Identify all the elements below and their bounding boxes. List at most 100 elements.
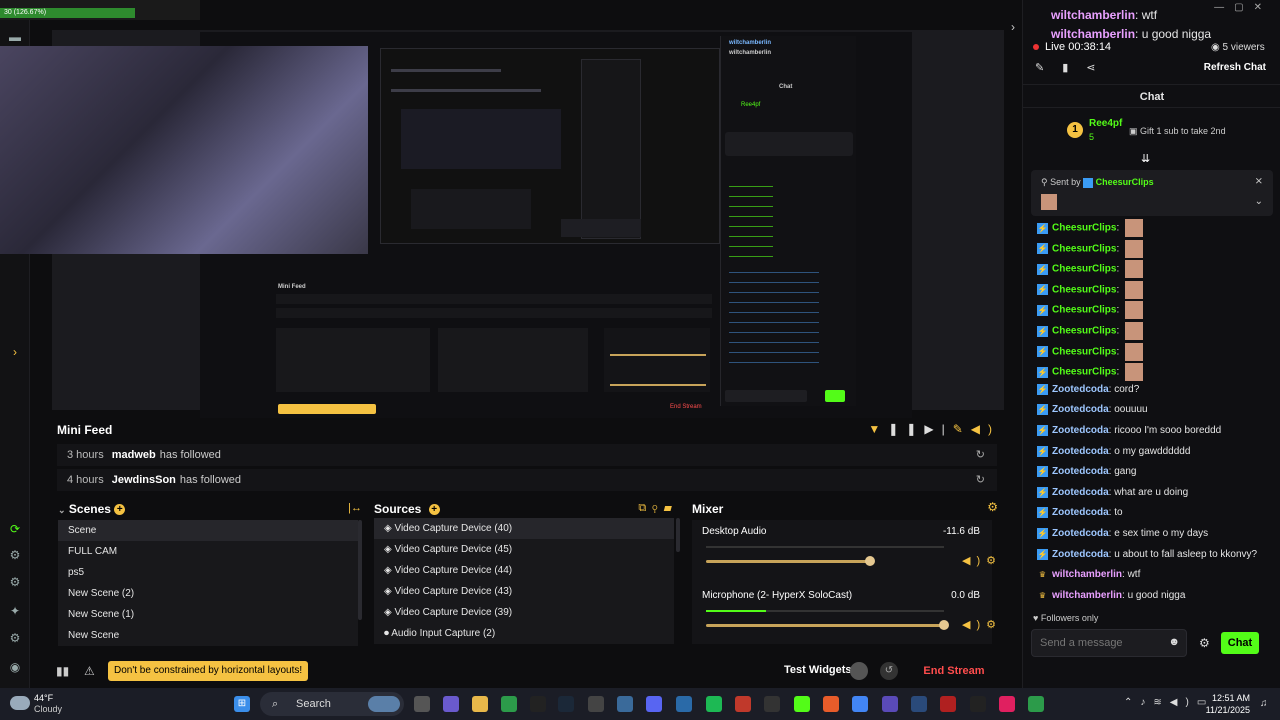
volume-icon[interactable]: ◀): [971, 422, 1000, 436]
weather-temp[interactable]: 44°F: [34, 693, 53, 703]
chat-username[interactable]: Zootedcoda: [1052, 528, 1109, 539]
scene-item[interactable]: FULL CAM: [58, 541, 358, 562]
speaker-icon[interactable]: ◀): [962, 555, 986, 567]
scene-item[interactable]: New Scene (1): [58, 604, 358, 625]
settings-app-icon[interactable]: [617, 696, 633, 712]
add-source-icon[interactable]: +: [428, 504, 440, 516]
skip-icon[interactable]: ▶|: [924, 422, 952, 436]
mute-alerts-icon[interactable]: ✎: [953, 422, 971, 436]
chat-username[interactable]: CheesurClips: [1052, 223, 1116, 234]
gifter-name[interactable]: Ree4pf: [1089, 118, 1122, 129]
collapse-chevron-icon[interactable]: ⌄: [58, 505, 66, 515]
vpn-icon[interactable]: [911, 696, 927, 712]
source-item[interactable]: ◈ Video Capture Device (45): [374, 539, 674, 560]
lock-icon[interactable]: ⚲: [652, 502, 663, 514]
end-stream-button[interactable]: End Stream: [914, 661, 994, 681]
clock-date[interactable]: 11/21/2025: [1196, 705, 1250, 715]
record-button[interactable]: [850, 662, 868, 680]
clock-time[interactable]: 12:51 AM: [1210, 693, 1250, 703]
notification-bell-icon[interactable]: ♫: [1260, 698, 1268, 709]
tiktok-icon[interactable]: [999, 696, 1015, 712]
xbox-icon[interactable]: [501, 696, 517, 712]
send-chat-button[interactable]: Chat: [1221, 632, 1259, 654]
chat-username[interactable]: Zootedcoda: [1052, 508, 1109, 519]
spotify-icon[interactable]: [706, 696, 722, 712]
source-item[interactable]: ◈ Video Capture Device (39): [374, 602, 674, 623]
game-app-icon[interactable]: [940, 696, 956, 712]
sparkle-icon[interactable]: ✦: [8, 604, 22, 618]
flag-icon[interactable]: ▮: [1062, 62, 1086, 74]
wifi-icon[interactable]: ≋: [1153, 697, 1169, 708]
replay-icon[interactable]: ↻: [976, 469, 985, 491]
filter-icon[interactable]: ▼: [868, 422, 888, 436]
chat-username[interactable]: CheesurClips: [1052, 346, 1116, 357]
chrome-icon[interactable]: [852, 696, 868, 712]
capture-app-icon[interactable]: [970, 696, 986, 712]
mixer-settings-icon[interactable]: ⚙: [987, 500, 998, 514]
refresh-chat-button[interactable]: Refresh Chat: [1204, 62, 1266, 73]
source-item[interactable]: ◈ Video Capture Device (44): [374, 560, 674, 581]
chat-username[interactable]: Zootedcoda: [1052, 466, 1109, 477]
home-icon[interactable]: ▬: [8, 30, 22, 44]
start-icon[interactable]: ⊞: [234, 696, 250, 712]
discord-icon[interactable]: [646, 696, 662, 712]
chat-username[interactable]: CheesurClips: [1052, 243, 1116, 254]
tools-icon[interactable]: ⚙: [8, 548, 22, 562]
scene-item[interactable]: Scene: [58, 520, 358, 541]
steam-icon[interactable]: [558, 696, 574, 712]
scene-item[interactable]: New Scene (2): [58, 583, 358, 604]
tray-chevron-icon[interactable]: ⌃: [1124, 697, 1140, 708]
chat-username[interactable]: Zootedcoda: [1052, 384, 1109, 395]
epic-games-icon[interactable]: [530, 696, 546, 712]
pinned-message[interactable]: ⚲ Sent by CheesurClips ⨯ ⌄: [1031, 170, 1273, 216]
chat-username[interactable]: wiltchamberlin: [1052, 569, 1122, 580]
settings-icon[interactable]: ⚙: [8, 631, 22, 645]
maximize-icon[interactable]: ▢: [1234, 2, 1253, 13]
pencil-icon[interactable]: ✎: [1035, 62, 1062, 74]
mic-icon[interactable]: ♪: [1140, 697, 1153, 708]
scene-item[interactable]: ps5: [58, 562, 358, 583]
expand-chevron-icon[interactable]: ›: [8, 345, 22, 359]
link-icon[interactable]: ⟳: [8, 522, 22, 536]
weather-icon[interactable]: [10, 696, 30, 710]
chat-username[interactable]: Zootedcoda: [1052, 487, 1109, 498]
gift-sub-prompt[interactable]: ▣ Gift 1 sub to take 2nd: [1129, 126, 1226, 137]
share-icon[interactable]: ⋖: [1086, 62, 1113, 74]
source-item[interactable]: ⏺ Audio Input Capture (2): [374, 623, 674, 644]
chat-username[interactable]: Zootedcoda: [1052, 425, 1109, 436]
gear-icon[interactable]: ⚙: [986, 619, 1002, 631]
volume-slider-thumb[interactable]: [865, 556, 876, 566]
tip-banner[interactable]: Don't be constrained by horizontal layou…: [108, 661, 309, 681]
speaker-icon[interactable]: ◀): [1170, 697, 1197, 708]
scene-item[interactable]: New Scene: [58, 625, 358, 646]
minimize-icon[interactable]: —: [1214, 2, 1234, 13]
chat-username[interactable]: wiltchamberlin: [1052, 590, 1122, 601]
source-item[interactable]: ◈ Video Capture Device (43): [374, 581, 674, 602]
source-item[interactable]: ◈ Video Capture Device (40): [374, 518, 674, 539]
chat-username[interactable]: CheesurClips: [1052, 326, 1116, 337]
notes-icon[interactable]: [882, 696, 898, 712]
capcut-icon[interactable]: [764, 696, 780, 712]
volume-slider-track[interactable]: [706, 560, 871, 563]
chat-username[interactable]: CheesurClips: [1052, 367, 1116, 378]
unpin-icon[interactable]: ⨯: [1255, 176, 1263, 187]
chat-input[interactable]: [1040, 635, 1160, 651]
chat-username[interactable]: Zootedcoda: [1052, 405, 1109, 416]
stats-icon[interactable]: ▮▮: [56, 664, 69, 678]
group-icon[interactable]: ⧉: [638, 502, 652, 514]
chat-username[interactable]: Zootedcoda: [1052, 446, 1109, 457]
taskbar-search[interactable]: ⌕ Search: [260, 692, 404, 716]
speaker-icon[interactable]: ◀): [962, 619, 986, 631]
expand-chevron-icon[interactable]: ⌄: [1255, 196, 1263, 207]
plugin-icon[interactable]: ⚙: [8, 575, 22, 589]
notification-app-icon[interactable]: [823, 696, 839, 712]
chat-username[interactable]: CheesurClips: [1052, 284, 1116, 295]
chat-settings-icon[interactable]: ⚙: [1199, 636, 1210, 650]
kick-studio-icon[interactable]: [794, 696, 810, 712]
scene-transition-icon[interactable]: |↔: [348, 502, 362, 514]
edge-icon[interactable]: [676, 696, 692, 712]
sources-scrollbar[interactable]: [676, 518, 680, 552]
scenes-scrollbar[interactable]: [358, 520, 362, 620]
copilot-icon[interactable]: [443, 696, 459, 712]
chat-username[interactable]: CheesurClips: [1052, 305, 1116, 316]
